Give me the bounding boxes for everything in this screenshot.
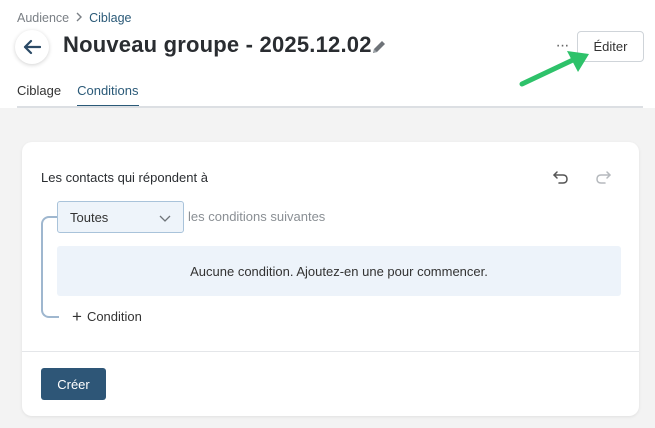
plus-icon: + [72,306,82,326]
back-arrow-icon [23,39,41,55]
match-suffix-label: les conditions suivantes [188,209,326,224]
tab-conditions[interactable]: Conditions [77,83,139,107]
tab-bar: Ciblage Conditions [17,83,155,107]
annotation-arrow-icon [519,51,589,87]
create-button[interactable]: Créer [41,368,106,400]
add-condition-label: Condition [86,309,142,324]
breadcrumb-audience[interactable]: Audience [17,11,69,25]
add-condition-button[interactable]: + Condition [72,306,142,326]
back-button[interactable] [15,30,49,64]
breadcrumb-separator-icon [75,11,83,25]
redo-icon[interactable] [594,168,612,186]
breadcrumb: Audience Ciblage [17,11,132,25]
card-divider [22,351,639,352]
page-title: Nouveau groupe - 2025.12.02 [63,32,372,57]
card-title: Les contacts qui répondent à [41,170,208,185]
empty-conditions-text: Aucune condition. Ajoutez-en une pour co… [190,263,488,279]
empty-conditions-message: Aucune condition. Ajoutez-en une pour co… [57,246,621,296]
match-select[interactable]: Toutes [57,201,184,233]
undo-icon[interactable] [552,168,570,186]
chevron-down-icon [159,215,171,222]
conditions-card: Les contacts qui répondent à Toutes les … [22,142,639,416]
breadcrumb-ciblage[interactable]: Ciblage [89,11,131,25]
match-select-value: Toutes [70,209,109,225]
pencil-icon[interactable] [370,38,388,56]
tab-ciblage[interactable]: Ciblage [17,83,61,107]
